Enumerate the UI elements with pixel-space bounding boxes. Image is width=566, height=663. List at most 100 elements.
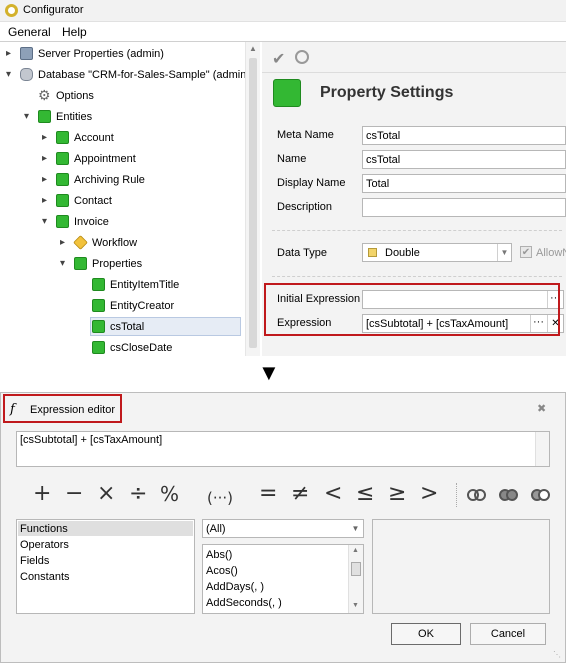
- tree-item-invoice[interactable]: ▾ Invoice: [0, 213, 244, 232]
- plus-operator-button[interactable]: +: [33, 483, 51, 505]
- scrollbar-thumb[interactable]: [249, 58, 257, 348]
- tree-item-label: Appointment: [74, 153, 136, 165]
- name-label: Name: [277, 153, 307, 165]
- expand-arrow-icon[interactable]: ▸: [60, 238, 69, 248]
- expression-editor-dialog: f Expression editor ✖ [csSubtotal] + [cs…: [0, 392, 566, 663]
- tree-item-label: Account: [74, 132, 114, 144]
- tree-item-label: Database "CRM-for-Sales-Sample" (admin): [38, 69, 250, 81]
- expand-arrow-icon[interactable]: ▸: [42, 133, 51, 143]
- check-icon[interactable]: ✔: [272, 49, 285, 69]
- name-field[interactable]: csTotal: [362, 150, 566, 169]
- ok-button[interactable]: OK: [391, 623, 461, 645]
- scroll-up-icon[interactable]: ▲: [249, 44, 257, 53]
- menu-help[interactable]: Help: [62, 25, 87, 39]
- scrollbar-thumb[interactable]: [351, 562, 361, 576]
- tree-item-csclosedate[interactable]: csCloseDate: [0, 339, 244, 358]
- property-settings-icon: [273, 79, 301, 107]
- meta-name-field[interactable]: csTotal: [362, 126, 566, 145]
- greater-or-equal-operator-button[interactable]: ≥: [388, 483, 406, 505]
- server-icon: [20, 47, 33, 60]
- scroll-down-icon[interactable]: ▼: [352, 602, 359, 609]
- menu-bar: General Help: [0, 22, 566, 42]
- not-operator-icon[interactable]: [531, 489, 551, 501]
- meta-name-label: Meta Name: [277, 129, 334, 141]
- allow-null-checkbox[interactable]: ✔: [520, 246, 532, 258]
- filter-value: (All): [206, 523, 226, 535]
- double-type-icon: [368, 248, 377, 257]
- entities-icon: [38, 110, 51, 123]
- tree-item-account[interactable]: ▸ Account: [0, 129, 244, 148]
- collapse-arrow-icon[interactable]: ▾: [42, 217, 51, 227]
- greater-than-operator-button[interactable]: >: [420, 483, 438, 505]
- category-functions[interactable]: Functions: [20, 523, 68, 535]
- function-list[interactable]: Abs() Acos() AddDays(, ) AddSeconds(, ) …: [202, 544, 364, 614]
- data-type-label: Data Type: [277, 247, 327, 259]
- tree-item-label: Invoice: [74, 216, 109, 228]
- property-icon: [92, 341, 105, 354]
- divide-operator-button[interactable]: ÷: [129, 483, 147, 505]
- data-type-select[interactable]: Double ▼: [362, 243, 512, 262]
- modulo-operator-button[interactable]: %: [160, 483, 179, 505]
- highlight-box: [3, 394, 122, 423]
- category-fields[interactable]: Fields: [20, 555, 49, 567]
- tree-item-server-properties[interactable]: ▸ Server Properties (admin): [0, 45, 244, 64]
- tree-item-label: Archiving Rule: [74, 174, 145, 186]
- tree-item-contact[interactable]: ▸ Contact: [0, 192, 244, 211]
- minus-operator-button[interactable]: −: [65, 483, 83, 505]
- tree-item-entities[interactable]: ▾ Entities: [0, 108, 244, 127]
- expression-text-area[interactable]: [csSubtotal] + [csTaxAmount]: [16, 431, 550, 467]
- close-icon[interactable]: ✖: [537, 402, 546, 415]
- configurator-window: Configurator General Help ▸ Server Prope…: [0, 0, 566, 356]
- filter-select[interactable]: (All) ▼: [202, 519, 364, 538]
- function-item[interactable]: Acos(): [206, 565, 238, 577]
- function-item[interactable]: Abs(): [206, 549, 232, 561]
- category-list[interactable]: Functions Operators Fields Constants: [16, 519, 195, 614]
- tree-item-entitycreator[interactable]: EntityCreator: [0, 297, 244, 316]
- parentheses-button[interactable]: (···): [207, 487, 233, 509]
- display-name-field[interactable]: Total: [362, 174, 566, 193]
- resize-grip-icon[interactable]: ⋱: [553, 650, 561, 659]
- or-operator-icon[interactable]: [499, 489, 519, 501]
- multiply-operator-button[interactable]: ×: [97, 483, 115, 505]
- cancel-icon[interactable]: [295, 50, 309, 64]
- function-item[interactable]: AddSeconds(, ): [206, 597, 282, 609]
- display-name-label: Display Name: [277, 177, 346, 189]
- tree-item-workflow[interactable]: ▸ Workflow: [0, 234, 244, 253]
- expand-arrow-icon[interactable]: ▸: [6, 49, 15, 59]
- expand-arrow-icon[interactable]: ▸: [42, 196, 51, 206]
- tree-item-entityitemtitle[interactable]: EntityItemTitle: [0, 276, 244, 295]
- menu-general[interactable]: General: [8, 25, 51, 39]
- description-field[interactable]: [362, 198, 566, 217]
- less-or-equal-operator-button[interactable]: ≤: [356, 483, 374, 505]
- text-area-scrollbar[interactable]: [535, 432, 549, 466]
- scroll-up-icon[interactable]: ▲: [352, 547, 359, 554]
- tree-scrollbar[interactable]: ▲: [245, 42, 260, 356]
- collapse-arrow-icon[interactable]: ▾: [6, 70, 15, 80]
- expand-arrow-icon[interactable]: ▸: [42, 175, 51, 185]
- tree-item-archiving-rule[interactable]: ▸ Archiving Rule: [0, 171, 244, 190]
- collapse-arrow-icon[interactable]: ▾: [24, 112, 33, 122]
- properties-icon: [74, 257, 87, 270]
- equals-operator-button[interactable]: =: [259, 483, 277, 505]
- entity-icon: [56, 173, 69, 186]
- category-operators[interactable]: Operators: [20, 539, 69, 551]
- entity-icon: [56, 152, 69, 165]
- function-item[interactable]: AddDays(, ): [206, 581, 264, 593]
- dropdown-arrow-icon[interactable]: ▼: [348, 520, 363, 537]
- tree-item-options[interactable]: ⚙ Options: [0, 87, 244, 106]
- category-constants[interactable]: Constants: [20, 571, 70, 583]
- tree-item-cstotal[interactable]: csTotal: [90, 317, 241, 336]
- not-equals-operator-button[interactable]: ≠: [291, 483, 309, 505]
- tree-item-properties[interactable]: ▾ Properties: [0, 255, 244, 274]
- function-list-scrollbar[interactable]: ▲ ▼: [348, 545, 363, 613]
- description-box: [372, 519, 550, 614]
- tree-item-database[interactable]: ▾ Database "CRM-for-Sales-Sample" (admin…: [0, 66, 250, 85]
- and-operator-icon[interactable]: [467, 489, 487, 501]
- tree-item-label: Workflow: [92, 237, 138, 249]
- cancel-button[interactable]: Cancel: [470, 623, 546, 645]
- dropdown-arrow-icon[interactable]: ▼: [497, 244, 511, 261]
- less-than-operator-button[interactable]: <: [324, 483, 342, 505]
- expand-arrow-icon[interactable]: ▸: [42, 154, 51, 164]
- tree-item-appointment[interactable]: ▸ Appointment: [0, 150, 244, 169]
- collapse-arrow-icon[interactable]: ▾: [60, 259, 69, 269]
